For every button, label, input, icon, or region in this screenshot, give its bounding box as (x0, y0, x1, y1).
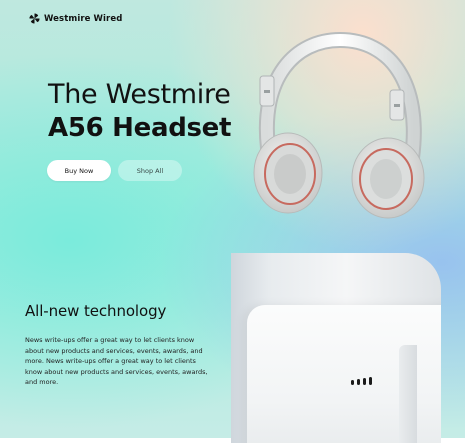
indicator-lights-icon (351, 377, 372, 385)
pinwheel-logo-icon (29, 13, 40, 24)
device-image (231, 253, 441, 443)
hero-title-line2: A56 Headset (48, 113, 232, 143)
shop-all-button[interactable]: Shop All (118, 160, 182, 181)
hero-title-line1: The Westmire (48, 79, 231, 110)
header-logo[interactable]: Westmire Wired (29, 13, 122, 24)
device-edge-shape (399, 345, 417, 443)
headphones-image (253, 31, 425, 219)
feature-body: News write-ups offer a great way to let … (25, 336, 208, 386)
brand-name: Westmire Wired (44, 13, 123, 24)
buy-now-button[interactable]: Buy Now (47, 160, 111, 181)
feature-title: All-new technology (25, 302, 167, 320)
